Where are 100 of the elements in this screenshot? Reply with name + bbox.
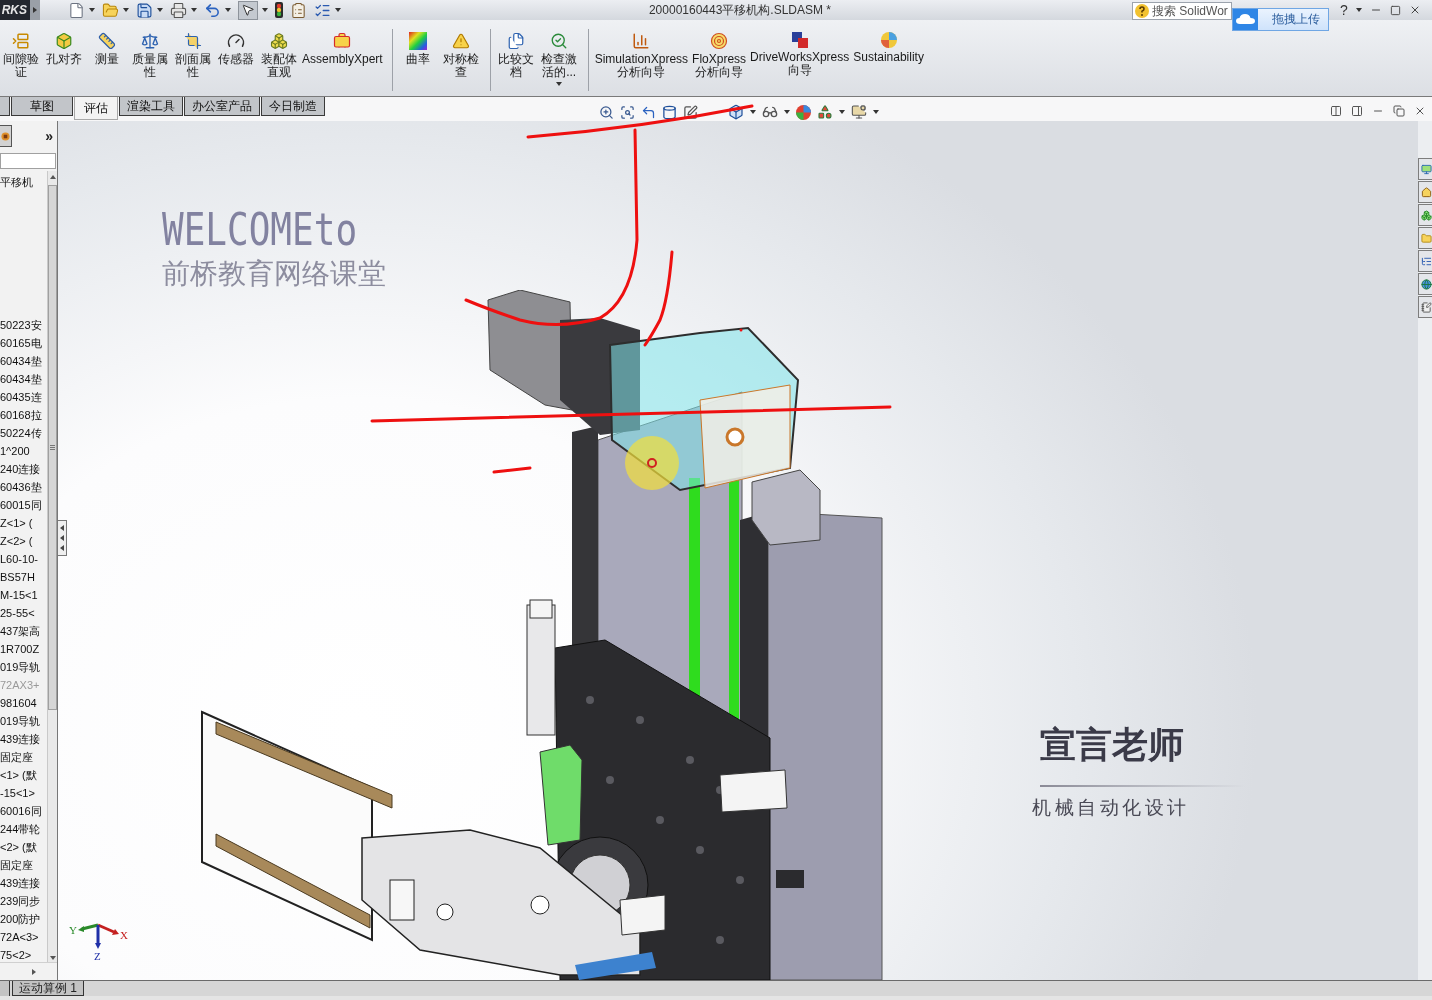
clipboard-icon[interactable]: [290, 1, 307, 19]
tree-item[interactable]: 60436垫: [0, 478, 47, 496]
tree-item[interactable]: 019导轨: [0, 712, 47, 730]
command-tab[interactable]: 渲染工具: [119, 97, 183, 116]
tree-item[interactable]: -15<1>: [0, 784, 47, 802]
tree-item[interactable]: 439连接: [0, 874, 47, 892]
ribbon-button[interactable]: 曲率: [397, 29, 439, 69]
tree-item[interactable]: L60-10-: [0, 550, 47, 568]
tree-item[interactable]: 60435连: [0, 388, 47, 406]
dropdown-caret-icon[interactable]: [839, 110, 845, 114]
tree-item[interactable]: 72A<3>: [0, 928, 47, 946]
scroll-right-arrow-icon[interactable]: [32, 968, 36, 975]
cylinder-icon[interactable]: [662, 104, 677, 120]
pen-square-icon[interactable]: [683, 104, 698, 120]
task-pane-tab[interactable]: [1418, 273, 1432, 295]
tree-item[interactable]: Z<2> (: [0, 532, 47, 550]
dropdown-caret-icon[interactable]: [335, 8, 341, 12]
tree-item[interactable]: 240连接: [0, 460, 47, 478]
motion-study-tab[interactable]: 运动算例 1: [12, 981, 84, 996]
dropdown-caret-icon[interactable]: [262, 8, 268, 12]
printer-icon[interactable]: [170, 1, 187, 19]
dropdown-caret-icon[interactable]: [750, 110, 756, 114]
search-field[interactable]: 搜索 SolidWor: [1132, 1, 1232, 20]
menu-expand-button[interactable]: [30, 0, 40, 20]
ribbon-button[interactable]: FloXpress 分析向导: [691, 29, 748, 82]
dropdown-caret-icon[interactable]: [225, 8, 231, 12]
ribbon-button[interactable]: 装配体直观: [258, 29, 299, 82]
tree-item[interactable]: 60168拉: [0, 406, 47, 424]
monitor-icon[interactable]: [851, 104, 867, 120]
dropdown-caret-icon[interactable]: [1355, 8, 1362, 12]
tree-item[interactable]: <1> (默: [0, 766, 47, 784]
ribbon-button[interactable]: 对称检查: [440, 29, 482, 82]
task-pane-tab[interactable]: [1418, 158, 1432, 180]
ribbon-button[interactable]: 剖面属性: [172, 29, 213, 82]
ribbon-button[interactable]: 传感器: [215, 29, 256, 69]
tree-item[interactable]: 239同步: [0, 892, 47, 910]
tree-item[interactable]: Z<1> (: [0, 514, 47, 532]
tab[interactable]: [0, 981, 10, 996]
tree-item[interactable]: 固定座: [0, 856, 47, 874]
more-tabs-button[interactable]: »: [45, 128, 53, 144]
tree-item[interactable]: 981604: [0, 694, 47, 712]
dropdown-caret-icon[interactable]: [873, 110, 879, 114]
tree-item[interactable]: 1R700Z: [0, 640, 47, 658]
command-tab[interactable]: 草图: [11, 97, 73, 116]
tree-item[interactable]: M-15<1: [0, 586, 47, 604]
magnifier-frame-icon[interactable]: [620, 104, 635, 120]
task-pane-tab[interactable]: [1418, 296, 1432, 318]
tree-item[interactable]: 75<2>: [0, 946, 47, 962]
restore-icon[interactable]: [1393, 105, 1405, 117]
tab[interactable]: [0, 97, 10, 116]
ribbon-button[interactable]: 间隙验证: [0, 29, 41, 82]
select-button[interactable]: [238, 0, 258, 20]
scrollbar-thumb[interactable]: [48, 185, 57, 710]
traffic-light-icon[interactable]: [275, 2, 283, 18]
tree-item[interactable]: 平移机: [0, 174, 47, 190]
vertical-scrollbar[interactable]: [47, 171, 57, 962]
ribbon-button[interactable]: 比较文档: [495, 29, 537, 82]
ribbon-button[interactable]: 检查激活的...: [538, 29, 580, 89]
help-button[interactable]: ?: [1340, 2, 1348, 18]
document-icon[interactable]: [68, 1, 85, 19]
dropdown-caret-icon[interactable]: [123, 8, 129, 12]
color-ball-icon[interactable]: [796, 104, 811, 120]
tree-item[interactable]: 60434垫: [0, 370, 47, 388]
task-pane-tab[interactable]: [1418, 181, 1432, 203]
dropdown-caret-icon[interactable]: [157, 8, 163, 12]
task-pane-tab[interactable]: [1418, 204, 1432, 226]
filter-field[interactable]: [0, 153, 56, 169]
dropdown-caret-icon[interactable]: [784, 110, 790, 114]
tree-item[interactable]: 244带轮: [0, 820, 47, 838]
command-tab[interactable]: 今日制造: [261, 97, 325, 116]
tree-item[interactable]: 437架高: [0, 622, 47, 640]
glasses-icon[interactable]: [762, 104, 778, 120]
panel-icon[interactable]: [1351, 105, 1363, 117]
tree-item[interactable]: 25-55<: [0, 604, 47, 622]
collapse-handle[interactable]: [58, 520, 67, 556]
ribbon-button[interactable]: AssemblyXpert: [301, 29, 384, 69]
split-view-icon[interactable]: [1330, 105, 1342, 117]
scroll-up-arrow-icon[interactable]: [49, 175, 56, 179]
shapes-icon[interactable]: [817, 104, 833, 120]
ribbon-button[interactable]: 孔对齐: [43, 29, 84, 69]
tree-item[interactable]: 60434垫: [0, 352, 47, 370]
zoom-icon[interactable]: [599, 104, 614, 120]
upload-button[interactable]: 拖拽上传: [1232, 8, 1329, 31]
tree-item[interactable]: <2> (默: [0, 838, 47, 856]
tree-item[interactable]: 固定座: [0, 748, 47, 766]
maximize-icon[interactable]: [1389, 4, 1401, 16]
tree-item[interactable]: 019导轨: [0, 658, 47, 676]
undo-icon[interactable]: [204, 1, 221, 19]
task-pane-tab[interactable]: [1418, 250, 1432, 272]
ribbon-button[interactable]: 质量属性: [129, 29, 170, 82]
tree-item[interactable]: 60165电: [0, 334, 47, 352]
command-tab[interactable]: 评估: [74, 97, 118, 120]
ribbon-button[interactable]: SimulationXpress 分析向导: [593, 29, 690, 82]
tree-item[interactable]: 439连接: [0, 730, 47, 748]
dropdown-caret-icon[interactable]: [89, 8, 95, 12]
close-icon[interactable]: [1414, 105, 1426, 117]
scroll-down-arrow-icon[interactable]: [49, 956, 56, 960]
command-tab[interactable]: 办公室产品: [184, 97, 260, 116]
tree-item[interactable]: 50224传: [0, 424, 47, 442]
dropdown-caret-icon[interactable]: [191, 8, 197, 12]
